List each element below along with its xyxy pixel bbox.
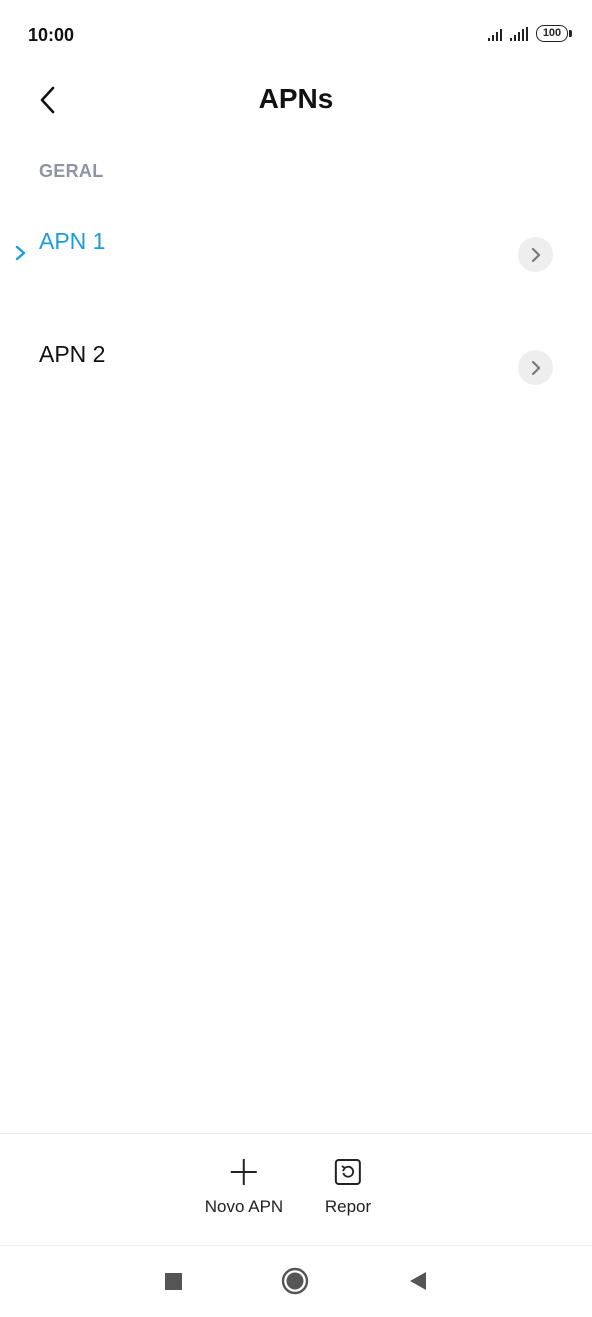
selected-chevron-icon	[15, 245, 26, 261]
system-back-button[interactable]	[402, 1266, 432, 1296]
header: APNs	[0, 70, 592, 130]
apn-detail-button[interactable]	[518, 350, 553, 385]
status-icons: 100	[488, 25, 572, 42]
chevron-right-icon	[531, 360, 540, 375]
chevron-right-icon	[531, 247, 540, 262]
page-title: APNs	[258, 83, 334, 114]
new-apn-label: Novo APN	[204, 1197, 284, 1216]
apn-list: APN 1 APN 2	[0, 200, 592, 426]
apn-item-label: APN 2	[39, 341, 106, 367]
navigation-bar	[0, 1245, 592, 1317]
square-icon	[165, 1273, 182, 1290]
battery-level: 100	[542, 27, 562, 39]
apn-item-label: APN 1	[39, 228, 106, 254]
home-button[interactable]	[280, 1266, 310, 1296]
apn-detail-button[interactable]	[518, 237, 553, 272]
reset-label: Repor	[324, 1197, 372, 1216]
triangle-back-icon	[410, 1272, 426, 1290]
recents-button[interactable]	[158, 1266, 188, 1296]
section-label: GERAL	[39, 161, 104, 181]
status-bar: 10:00 100	[0, 0, 592, 70]
battery-icon: 100	[536, 25, 572, 42]
signal-icon	[510, 26, 528, 41]
apn-item-1[interactable]: APN 1	[0, 200, 592, 313]
reset-icon	[335, 1159, 361, 1185]
bottom-toolbar: Novo APN Repor	[0, 1133, 592, 1246]
plus-icon	[231, 1159, 257, 1185]
circle-icon	[281, 1267, 309, 1295]
new-apn-button[interactable]: Novo APN	[205, 1156, 283, 1217]
apn-item-2[interactable]: APN 2	[0, 313, 592, 426]
reset-button[interactable]: Repor	[325, 1156, 371, 1217]
status-time: 10:00	[28, 25, 75, 45]
signal-icon	[488, 27, 502, 41]
